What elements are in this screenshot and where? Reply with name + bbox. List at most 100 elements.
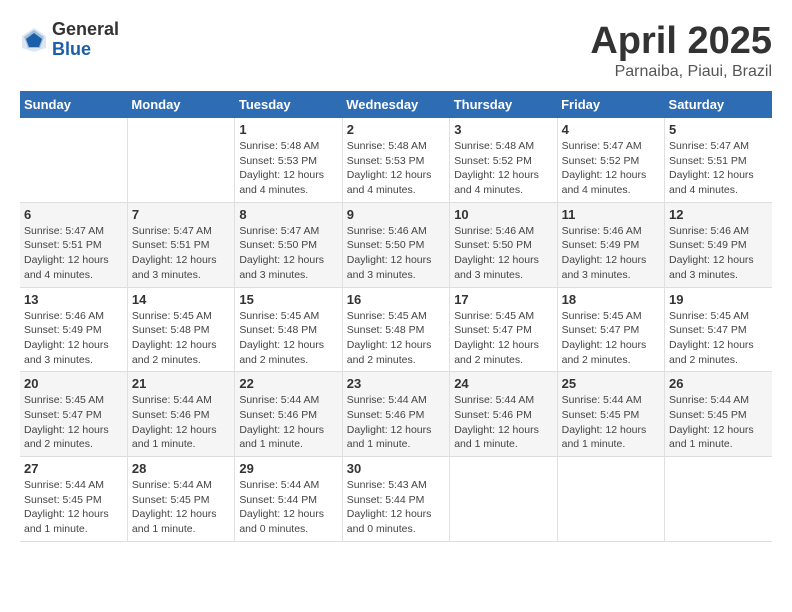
- calendar-cell-w5-d5: [450, 457, 557, 542]
- day-number-27: 27: [24, 461, 123, 476]
- calendar-cell-w1-d7: 5 Sunrise: 5:47 AMSunset: 5:51 PMDaylight…: [665, 118, 772, 202]
- calendar-cell-w4-d2: 21Sunrise: 5:44 AMSunset: 5:46 PMDayligh…: [127, 372, 234, 457]
- calendar-cell-w5-d6: [557, 457, 664, 542]
- day-info-26: Sunrise: 5:44 AMSunset: 5:45 PMDaylight:…: [669, 393, 768, 452]
- day-info-28: Sunrise: 5:44 AMSunset: 5:45 PMDaylight:…: [132, 478, 230, 537]
- day-info-5: Sunrise: 5:47 AMSunset: 5:51 PMDaylight:…: [669, 139, 768, 198]
- day-number-4: 4: [562, 122, 660, 137]
- calendar-cell-w1-d3: 1Sunrise: 5:48 AMSunset: 5:53 PMDaylight…: [235, 118, 342, 202]
- day-info-7: Sunrise: 5:47 AMSunset: 5:51 PMDaylight:…: [132, 224, 230, 283]
- calendar-cell-w4-d3: 22 Sunrise: 5:44 AMSunset: 5:46 PMDayligh…: [235, 372, 342, 457]
- day-number-10: 10: [454, 207, 552, 222]
- week-row-2: 6 Sunrise: 5:47 AMSunset: 5:51 PMDaylight…: [20, 202, 772, 287]
- month-title: April 2025: [590, 20, 772, 63]
- day-info-19: Sunrise: 5:45 AMSunset: 5:47 PMDaylight:…: [669, 309, 768, 368]
- calendar-cell-w3-d2: 14 Sunrise: 5:45 AMSunset: 5:48 PMDayligh…: [127, 287, 234, 372]
- calendar-cell-w3-d5: 17Sunrise: 5:45 AMSunset: 5:47 PMDayligh…: [450, 287, 557, 372]
- weekday-header-row: Sunday Monday Tuesday Wednesday Thursday…: [20, 91, 772, 118]
- day-info-3: Sunrise: 5:48 AMSunset: 5:52 PMDaylight:…: [454, 139, 552, 198]
- calendar-cell-w1-d4: 2 Sunrise: 5:48 AMSunset: 5:53 PMDaylight…: [342, 118, 449, 202]
- day-info-23: Sunrise: 5:44 AMSunset: 5:46 PMDaylight:…: [347, 393, 445, 452]
- day-info-2: Sunrise: 5:48 AMSunset: 5:53 PMDaylight:…: [347, 139, 445, 198]
- day-number-19: 19: [669, 292, 768, 307]
- day-number-17: 17: [454, 292, 552, 307]
- calendar-table: Sunday Monday Tuesday Wednesday Thursday…: [20, 91, 772, 542]
- calendar-cell-w2-d1: 6Sunrise: 5:47 AMSunset: 5:51 PMDaylight…: [20, 202, 127, 287]
- calendar-cell-w2-d2: 7 Sunrise: 5:47 AMSunset: 5:51 PMDaylight…: [127, 202, 234, 287]
- title-area: April 2025 Parnaiba, Piaui, Brazil: [590, 20, 772, 81]
- day-info-25: Sunrise: 5:44 AMSunset: 5:45 PMDaylight:…: [562, 393, 660, 452]
- day-number-9: 9: [347, 207, 445, 222]
- day-number-23: 23: [347, 376, 445, 391]
- calendar-cell-w2-d6: 11 Sunrise: 5:46 AMSunset: 5:49 PMDayligh…: [557, 202, 664, 287]
- day-number-24: 24: [454, 376, 552, 391]
- calendar-cell-w4-d6: 25 Sunrise: 5:44 AMSunset: 5:45 PMDayligh…: [557, 372, 664, 457]
- day-number-5: 5: [669, 122, 768, 137]
- day-info-22: Sunrise: 5:44 AMSunset: 5:46 PMDaylight:…: [239, 393, 337, 452]
- header-sunday: Sunday: [20, 91, 127, 118]
- day-number-15: 15: [239, 292, 337, 307]
- calendar-cell-w3-d6: 18Sunrise: 5:45 AMSunset: 5:47 PMDayligh…: [557, 287, 664, 372]
- calendar-cell-w4-d5: 24 Sunrise: 5:44 AMSunset: 5:46 PMDayligh…: [450, 372, 557, 457]
- header: General Blue April 2025 Parnaiba, Piaui,…: [20, 20, 772, 81]
- week-row-5: 27 Sunrise: 5:44 AMSunset: 5:45 PMDayligh…: [20, 457, 772, 542]
- day-number-28: 28: [132, 461, 230, 476]
- header-wednesday: Wednesday: [342, 91, 449, 118]
- calendar-cell-w5-d4: 30 Sunrise: 5:43 AMSunset: 5:44 PMDayligh…: [342, 457, 449, 542]
- day-number-26: 26: [669, 376, 768, 391]
- logo-general-text: General: [52, 20, 119, 40]
- calendar-cell-w4-d4: 23 Sunrise: 5:44 AMSunset: 5:46 PMDayligh…: [342, 372, 449, 457]
- day-number-7: 7: [132, 207, 230, 222]
- logo-blue-text: Blue: [52, 40, 119, 60]
- day-number-30: 30: [347, 461, 445, 476]
- calendar-cell-w4-d1: 20 Sunrise: 5:45 AMSunset: 5:47 PMDayligh…: [20, 372, 127, 457]
- day-info-30: Sunrise: 5:43 AMSunset: 5:44 PMDaylight:…: [347, 478, 445, 537]
- day-number-14: 14: [132, 292, 230, 307]
- calendar-cell-w3-d4: 16 Sunrise: 5:45 AMSunset: 5:48 PMDayligh…: [342, 287, 449, 372]
- calendar-cell-w3-d7: 19 Sunrise: 5:45 AMSunset: 5:47 PMDayligh…: [665, 287, 772, 372]
- day-number-11: 11: [562, 207, 660, 222]
- day-number-16: 16: [347, 292, 445, 307]
- day-number-12: 12: [669, 207, 768, 222]
- day-info-12: Sunrise: 5:46 AMSunset: 5:49 PMDaylight:…: [669, 224, 768, 283]
- header-monday: Monday: [127, 91, 234, 118]
- week-row-4: 20 Sunrise: 5:45 AMSunset: 5:47 PMDayligh…: [20, 372, 772, 457]
- day-info-4: Sunrise: 5:47 AMSunset: 5:52 PMDaylight:…: [562, 139, 660, 198]
- day-info-11: Sunrise: 5:46 AMSunset: 5:49 PMDaylight:…: [562, 224, 660, 283]
- week-row-3: 13Sunrise: 5:46 AMSunset: 5:49 PMDayligh…: [20, 287, 772, 372]
- day-number-1: 1: [239, 122, 337, 137]
- calendar-cell-w3-d1: 13Sunrise: 5:46 AMSunset: 5:49 PMDayligh…: [20, 287, 127, 372]
- calendar-cell-w2-d5: 10Sunrise: 5:46 AMSunset: 5:50 PMDayligh…: [450, 202, 557, 287]
- day-number-22: 22: [239, 376, 337, 391]
- header-thursday: Thursday: [450, 91, 557, 118]
- day-info-29: Sunrise: 5:44 AMSunset: 5:44 PMDaylight:…: [239, 478, 337, 537]
- header-tuesday: Tuesday: [235, 91, 342, 118]
- day-info-13: Sunrise: 5:46 AMSunset: 5:49 PMDaylight:…: [24, 309, 123, 368]
- day-number-6: 6: [24, 207, 123, 222]
- day-info-24: Sunrise: 5:44 AMSunset: 5:46 PMDaylight:…: [454, 393, 552, 452]
- day-number-20: 20: [24, 376, 123, 391]
- header-saturday: Saturday: [665, 91, 772, 118]
- day-info-15: Sunrise: 5:45 AMSunset: 5:48 PMDaylight:…: [239, 309, 337, 368]
- day-info-8: Sunrise: 5:47 AMSunset: 5:50 PMDaylight:…: [239, 224, 337, 283]
- day-number-3: 3: [454, 122, 552, 137]
- logo-icon: [20, 26, 48, 54]
- day-info-14: Sunrise: 5:45 AMSunset: 5:48 PMDaylight:…: [132, 309, 230, 368]
- calendar-cell-w2-d3: 8Sunrise: 5:47 AMSunset: 5:50 PMDaylight…: [235, 202, 342, 287]
- day-info-16: Sunrise: 5:45 AMSunset: 5:48 PMDaylight:…: [347, 309, 445, 368]
- calendar-cell-w1-d1: [20, 118, 127, 202]
- day-number-2: 2: [347, 122, 445, 137]
- day-info-20: Sunrise: 5:45 AMSunset: 5:47 PMDaylight:…: [24, 393, 123, 452]
- day-info-9: Sunrise: 5:46 AMSunset: 5:50 PMDaylight:…: [347, 224, 445, 283]
- week-row-1: 1 Sunrise: 5:48 AMSunset: 5:53 PMDaylight…: [20, 118, 772, 202]
- day-number-29: 29: [239, 461, 337, 476]
- location-subtitle: Parnaiba, Piaui, Brazil: [590, 63, 772, 81]
- calendar-cell-w2-d4: 9 Sunrise: 5:46 AMSunset: 5:50 PMDaylight…: [342, 202, 449, 287]
- calendar-cell-w2-d7: 12 Sunrise: 5:46 AMSunset: 5:49 PMDayligh…: [665, 202, 772, 287]
- day-number-21: 21: [132, 376, 230, 391]
- day-info-27: Sunrise: 5:44 AMSunset: 5:45 PMDaylight:…: [24, 478, 123, 537]
- calendar-cell-w5-d3: 29 Sunrise: 5:44 AMSunset: 5:44 PMDayligh…: [235, 457, 342, 542]
- header-friday: Friday: [557, 91, 664, 118]
- logo: General Blue: [20, 20, 119, 60]
- day-number-25: 25: [562, 376, 660, 391]
